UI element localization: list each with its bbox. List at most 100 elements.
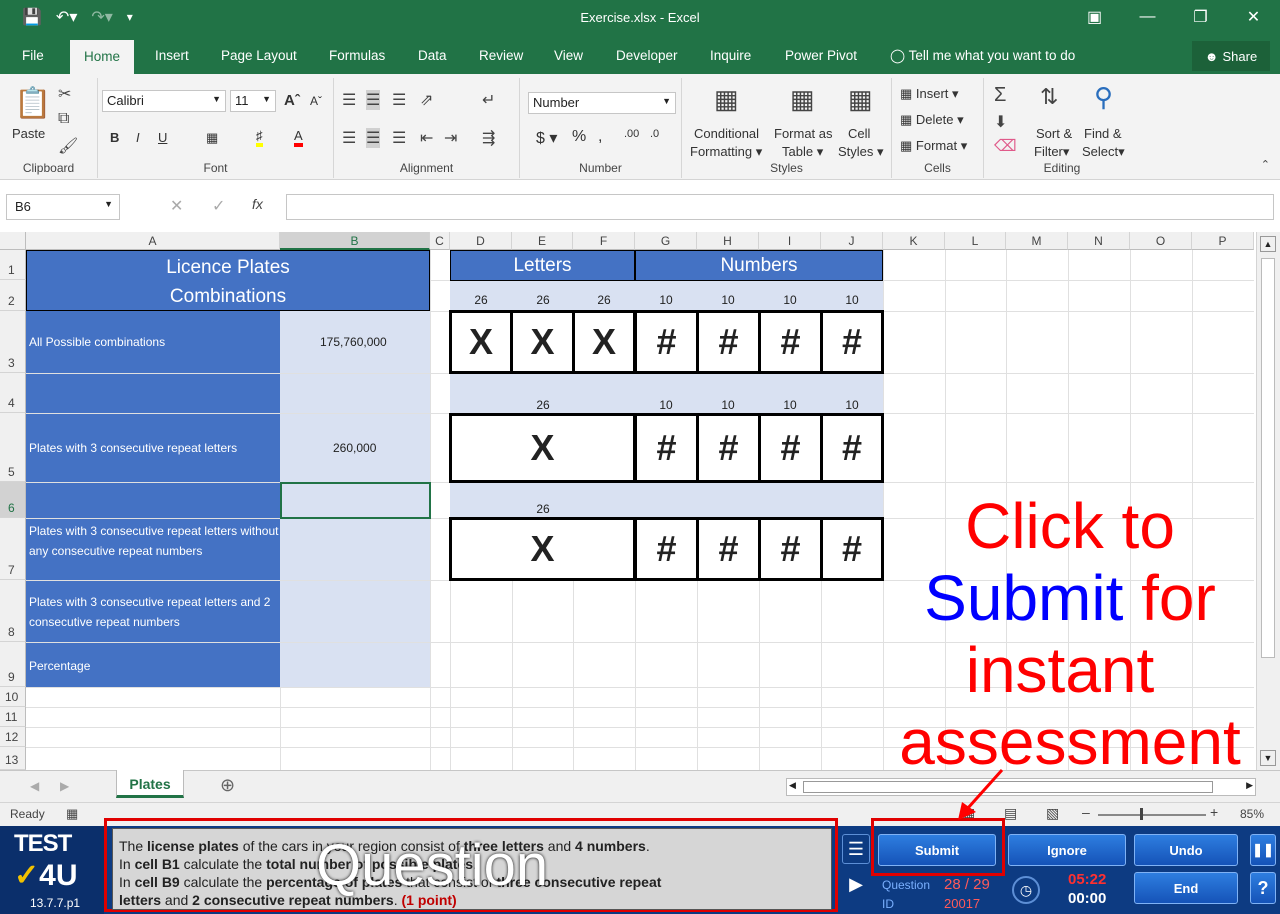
scroll-down-icon[interactable]: ▼ <box>1260 750 1276 766</box>
tab-formulas[interactable]: Formulas <box>329 48 385 63</box>
underline-icon[interactable]: U <box>158 130 167 145</box>
tab-developer[interactable]: Developer <box>616 48 678 63</box>
camera-icon[interactable]: ▶ <box>842 870 870 900</box>
zoom-slider[interactable] <box>1098 814 1206 816</box>
row-header[interactable]: 1 <box>0 250 26 280</box>
row-header[interactable]: 9 <box>0 642 26 687</box>
percent-icon[interactable]: % <box>572 128 586 146</box>
column-header[interactable]: C <box>430 232 450 250</box>
row-header[interactable]: 10 <box>0 687 26 707</box>
cell-styles-button[interactable]: Cell <box>848 126 870 141</box>
row-header[interactable]: 11 <box>0 707 26 727</box>
minimize-icon[interactable]: — <box>1121 0 1174 34</box>
table-button[interactable]: Table ▾ <box>782 144 823 160</box>
horizontal-scrollbar[interactable]: ◀ ▶ <box>786 778 1256 796</box>
cell-a9[interactable]: Percentage <box>26 643 280 687</box>
italic-icon[interactable]: I <box>136 130 140 145</box>
conditional-formatting-button[interactable]: Conditional <box>694 126 759 141</box>
pause-button[interactable]: ❚❚ <box>1250 834 1276 866</box>
insert-cells-button[interactable]: ▦ Insert ▾ <box>900 86 959 102</box>
scroll-left-icon[interactable]: ◀ <box>789 780 796 791</box>
ribbon-display-icon[interactable]: ▣ <box>1068 0 1121 34</box>
cell-a7[interactable]: Plates with 3 consecutive repeat letters… <box>26 519 280 580</box>
cell-a5[interactable]: Plates with 3 consecutive repeat letters <box>26 414 280 482</box>
grow-font-icon[interactable]: Aˆ <box>284 92 300 109</box>
insert-function-icon[interactable]: fx <box>252 196 263 212</box>
formatting-button[interactable]: Formatting ▾ <box>690 144 762 160</box>
styles-button[interactable]: Styles ▾ <box>838 144 884 160</box>
cell-b4[interactable] <box>280 374 430 413</box>
prev-sheet-icon[interactable]: ◀ <box>30 779 39 793</box>
cell-b5[interactable]: 260,000 <box>280 414 430 482</box>
clear-icon[interactable]: ⌫ <box>994 136 1017 156</box>
menu-icon[interactable]: ☰ <box>842 834 870 864</box>
end-button[interactable]: End <box>1134 872 1238 904</box>
borders-icon[interactable]: ▦ <box>206 130 218 146</box>
cell-a3[interactable]: All Possible combinations <box>26 311 280 373</box>
cell-b9[interactable] <box>280 643 430 687</box>
share-button[interactable]: ☻ Share <box>1192 41 1270 71</box>
bold-icon[interactable]: B <box>110 130 119 145</box>
restore-icon[interactable]: ❐ <box>1174 0 1227 34</box>
zoom-in-icon[interactable]: + <box>1210 804 1218 820</box>
tab-home[interactable]: Home <box>70 40 135 74</box>
tab-file[interactable]: File <box>22 48 44 63</box>
format-painter-icon[interactable]: 🖌 <box>58 136 78 156</box>
select-button[interactable]: Select▾ <box>1082 144 1125 160</box>
help-button[interactable]: ? <box>1250 872 1276 904</box>
paste-icon[interactable]: 📋 <box>14 86 51 121</box>
currency-icon[interactable]: $ ▾ <box>536 128 557 148</box>
cell-b7[interactable] <box>280 519 430 580</box>
close-icon[interactable]: ✕ <box>1227 0 1280 34</box>
next-sheet-icon[interactable]: ▶ <box>60 779 69 793</box>
cell-b3[interactable]: 175,760,000 <box>280 311 430 373</box>
cell-a6[interactable] <box>26 483 280 518</box>
alarm-clock-icon[interactable]: ◷ <box>1012 876 1040 904</box>
column-header[interactable]: D <box>450 232 512 250</box>
column-header[interactable]: F <box>573 232 635 250</box>
macro-record-icon[interactable]: ▦ <box>66 806 78 822</box>
column-header[interactable]: M <box>1006 232 1068 250</box>
page-break-view-icon[interactable]: ▧ <box>1046 805 1059 822</box>
name-box[interactable]: B6 ▼ <box>6 194 120 220</box>
column-header[interactable]: I <box>759 232 821 250</box>
tell-me-search[interactable]: ◯ Tell me what you want to do <box>890 48 1075 64</box>
delete-cells-button[interactable]: ▦ Delete ▾ <box>900 112 964 128</box>
title-cell[interactable]: Licence Plates Combinations <box>26 250 430 311</box>
shrink-font-icon[interactable]: Aˇ <box>310 94 322 108</box>
cell-a4[interactable] <box>26 374 280 413</box>
column-header[interactable]: B <box>280 232 430 250</box>
column-header[interactable]: L <box>945 232 1006 250</box>
paste-button[interactable]: Paste <box>12 126 45 141</box>
cell-a8[interactable]: Plates with 3 consecutive repeat letters… <box>26 581 280 642</box>
sort-filter-button[interactable]: Sort & <box>1036 126 1072 141</box>
orientation-icon[interactable]: ⇗ <box>420 90 433 110</box>
select-all-corner[interactable] <box>0 232 26 250</box>
row-header[interactable]: 2 <box>0 280 26 311</box>
column-header[interactable]: N <box>1068 232 1130 250</box>
font-name-select[interactable]: Calibri ▼ <box>102 90 226 112</box>
cell-b6-selected[interactable] <box>280 482 431 519</box>
merge-center-icon[interactable]: ⇶ <box>482 128 495 148</box>
row-header[interactable]: 6 <box>0 482 26 518</box>
column-header[interactable]: P <box>1192 232 1254 250</box>
comma-icon[interactable]: , <box>598 128 602 146</box>
decrease-indent-icon[interactable]: ⇤ <box>420 128 433 148</box>
column-header[interactable]: H <box>697 232 759 250</box>
zoom-out-icon[interactable]: – <box>1082 804 1090 820</box>
tab-page-layout[interactable]: Page Layout <box>221 48 297 63</box>
align-left-icon[interactable]: ☰ <box>342 128 356 148</box>
column-header[interactable]: E <box>512 232 573 250</box>
cell-b8[interactable] <box>280 581 430 642</box>
zoom-level[interactable]: 85% <box>1240 807 1264 821</box>
collapse-ribbon-icon[interactable]: ⌃ <box>1261 158 1270 171</box>
row-header[interactable]: 12 <box>0 727 26 747</box>
find-select-button[interactable]: Find & <box>1084 126 1122 141</box>
tab-insert[interactable]: Insert <box>155 48 189 63</box>
vertical-scroll-thumb[interactable] <box>1261 258 1275 658</box>
increase-indent-icon[interactable]: ⇥ <box>444 128 457 148</box>
fill-icon[interactable]: ⬇ <box>994 112 1007 132</box>
format-cells-button[interactable]: ▦ Format ▾ <box>900 138 967 154</box>
decrease-decimal-icon[interactable]: .0 <box>650 128 659 140</box>
align-center-icon[interactable]: ☰ <box>366 128 381 148</box>
